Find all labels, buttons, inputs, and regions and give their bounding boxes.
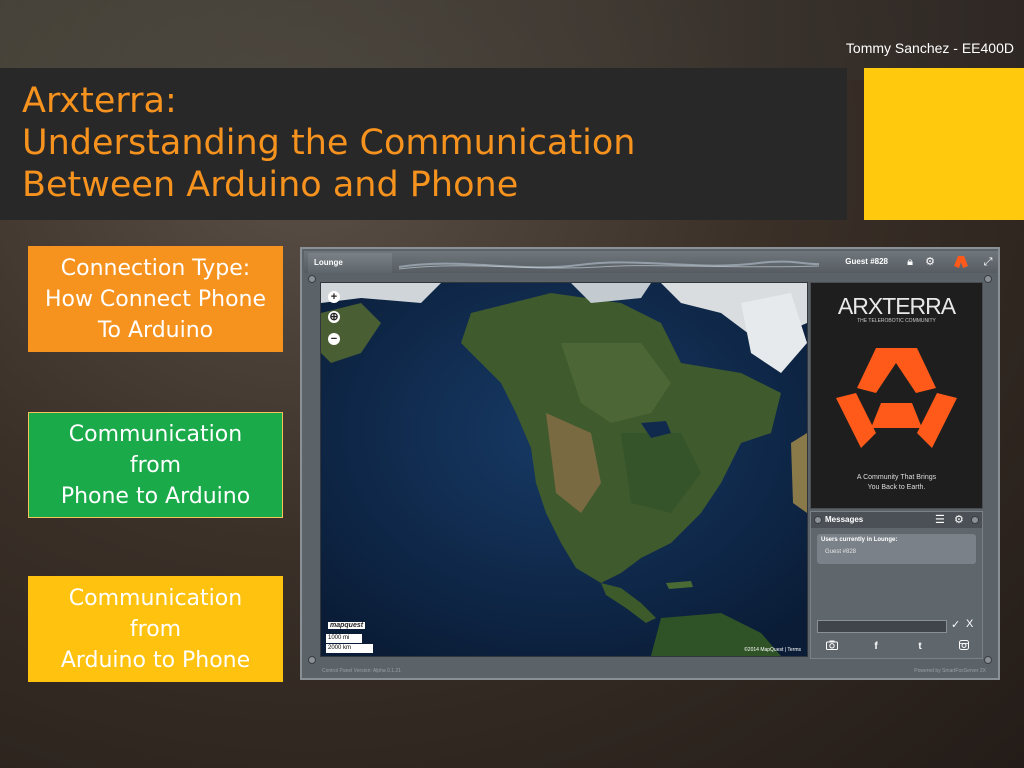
facebook-icon[interactable]: f [869, 640, 883, 654]
zoom-in-button[interactable]: + [328, 291, 340, 303]
message-input[interactable] [817, 620, 947, 633]
gear-icon[interactable]: ⚙ [924, 256, 936, 268]
window-rivet-icon [984, 275, 992, 283]
card-arduino-to-phone-text: Communication from Arduino to Phone [60, 585, 251, 673]
send-check-icon[interactable]: ✓ [951, 618, 960, 631]
list-item[interactable]: Guest #828 [825, 549, 856, 555]
window-rivet-icon [308, 656, 316, 664]
slide-title: Arxterra: Understanding the Communicatio… [22, 80, 635, 206]
title-line-3: Between Arduino and Phone [22, 165, 519, 205]
expand-icon[interactable]: ⤢ [982, 256, 994, 268]
menu-icon[interactable]: ☰ [935, 513, 945, 526]
map-copyright[interactable]: ©2014 MapQuest | Terms [744, 647, 801, 653]
zoom-out-button[interactable]: − [328, 333, 340, 345]
arxterra-logo-icon[interactable] [954, 256, 968, 268]
header-wave-decoration [399, 260, 819, 270]
title-line-1: Arxterra: [22, 81, 177, 121]
card-arduino-to-phone: Communication from Arduino to Phone [28, 576, 283, 682]
close-icon[interactable]: X [966, 618, 973, 630]
messages-gear-icon[interactable]: ⚙ [954, 513, 964, 526]
social-bar: f t [817, 640, 976, 654]
messages-panel: Messages ☰ ⚙ Users currently in Lounge: … [810, 511, 983, 659]
tab-lounge[interactable]: Lounge [308, 253, 392, 273]
arxterra-logo [836, 348, 957, 448]
scale-bar-miles: 1000 mi [326, 634, 362, 643]
app-header-bar: Lounge Guest #828 🔒︎ ⚙ ⤢ [304, 251, 998, 273]
card-phone-to-arduino: Communication from Phone to Arduino [28, 412, 283, 518]
instagram-icon[interactable] [957, 640, 971, 654]
camera-icon[interactable] [825, 640, 839, 654]
window-rivet-icon [308, 275, 316, 283]
satellite-map-image [321, 283, 807, 656]
title-line-2: Understanding the Communication [22, 123, 636, 163]
scale-bar-km: 2000 km [326, 644, 373, 653]
world-map[interactable]: + ⊕ − mapquest 1000 mi 2000 km ©2014 Map… [320, 282, 808, 657]
accent-block [864, 68, 1024, 220]
powered-by-label: Powered by SmartFoxServer 2X [914, 668, 986, 674]
users-list: Users currently in Lounge: Guest #828 [817, 534, 976, 564]
card-phone-to-arduino-text: Communication from Phone to Arduino [60, 421, 251, 509]
panel-rivet-icon [971, 516, 979, 524]
author-label: Tommy Sanchez - EE400D [845, 40, 1014, 56]
lock-icon[interactable]: 🔒︎ [904, 256, 916, 268]
window-rivet-icon [984, 656, 992, 664]
version-label: Control Panel Version: Alpha 0.1.21 [322, 668, 401, 674]
card-connection-type-text: Connection Type: How Connect Phone To Ar… [44, 255, 267, 343]
brand-subtitle: THE TELEROBOTIC COMMUNITY [857, 318, 936, 324]
panel-rivet-icon [814, 516, 822, 524]
brand-panel: ARXTERRA THE TELEROBOTIC COMMUNITY A Com… [810, 282, 983, 509]
zoom-fit-button[interactable]: ⊕ [328, 311, 340, 323]
messages-header: Messages ☰ ⚙ [811, 512, 982, 528]
brand-title: ARXTERRA [837, 293, 956, 319]
brand-tagline: A Community That Brings You Back to Eart… [856, 474, 937, 491]
arxterra-control-panel: Lounge Guest #828 🔒︎ ⚙ ⤢ + ⊕ − mapquest … [300, 247, 1000, 680]
mapquest-logo: mapquest [328, 622, 366, 629]
twitter-icon[interactable]: t [913, 640, 927, 654]
guest-label: Guest #828 [845, 257, 888, 266]
card-connection-type: Connection Type: How Connect Phone To Ar… [28, 246, 283, 352]
users-heading: Users currently in Lounge: [821, 537, 898, 543]
messages-title: Messages [825, 515, 864, 524]
